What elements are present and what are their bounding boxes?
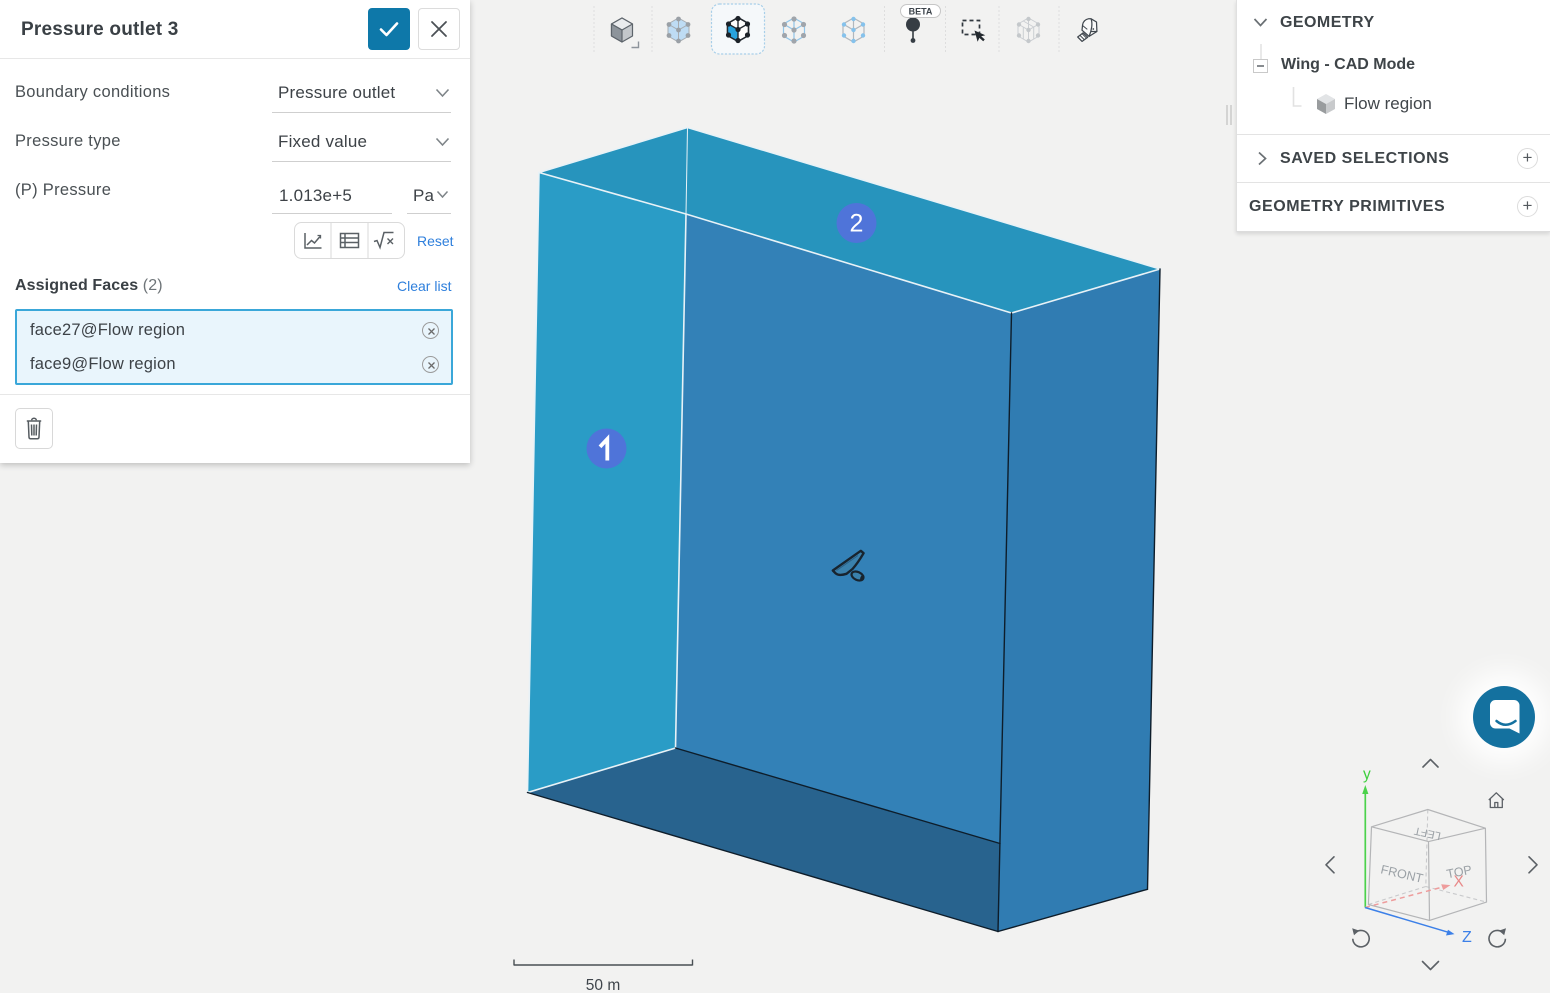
svg-text:50 m: 50 m [586,977,620,993]
svg-text:X: X [1454,874,1465,891]
svg-text:FRONT: FRONT [1379,862,1424,885]
svg-text:BETA: BETA [909,7,933,17]
svg-text:y: y [1363,766,1371,783]
svg-text:Z: Z [1462,929,1472,946]
svg-text:2: 2 [850,210,864,238]
